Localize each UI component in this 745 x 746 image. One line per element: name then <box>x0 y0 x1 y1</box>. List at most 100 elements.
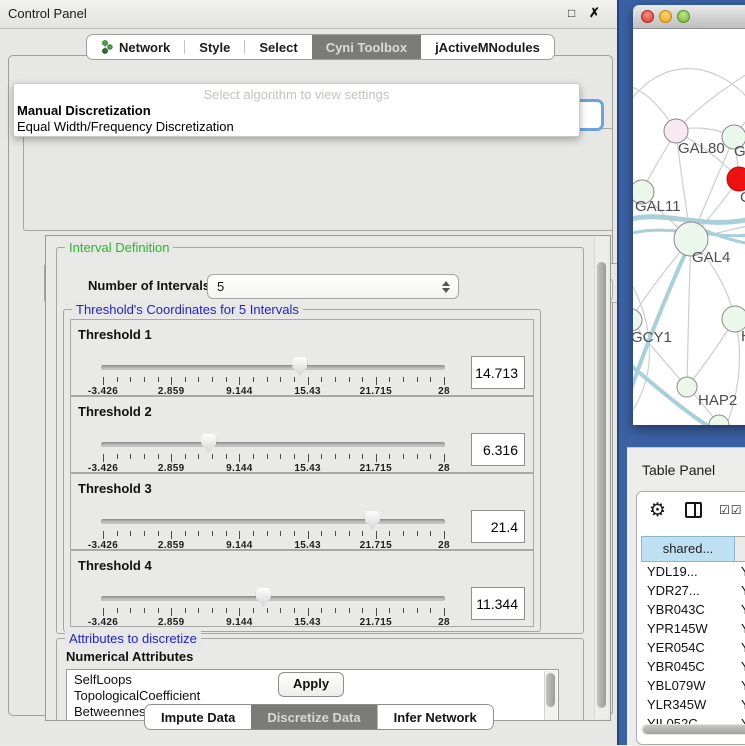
table-row[interactable]: YDL19... YDL1 <box>641 562 745 581</box>
tab-style[interactable]: Style <box>185 35 244 59</box>
table-cell[interactable]: YBL0 <box>741 676 745 695</box>
axis-tick <box>198 454 199 459</box>
table-row[interactable]: YDR27... YDR2 <box>641 581 745 600</box>
tab-select[interactable]: Select <box>245 35 311 59</box>
slider-thumb[interactable] <box>365 511 380 530</box>
scrollbar-thumb[interactable] <box>546 673 555 707</box>
threshold-value-field[interactable]: 21.4 <box>471 510 525 543</box>
threshold-box-1: Threshold 1-3.4262.8599.14415.4321.71528… <box>70 319 534 396</box>
table-cell[interactable]: YBL079W <box>647 676 733 695</box>
axis-tick <box>144 377 145 382</box>
table-cell[interactable]: YDL19... <box>647 562 733 581</box>
scrollbar-thumb[interactable] <box>597 262 606 708</box>
table-row[interactable]: YER054C YER0 <box>641 638 745 657</box>
close-panel-icon[interactable]: ✗ <box>589 5 600 21</box>
network-node-c[interactable] <box>727 167 745 191</box>
threshold-label: Threshold 4 <box>78 558 152 573</box>
slider-thumb[interactable] <box>292 357 307 376</box>
table-cell[interactable]: YLR345W <box>647 695 733 714</box>
network-edge[interactable] <box>676 69 745 131</box>
axis-tick <box>144 454 145 459</box>
table-cell[interactable]: YPR145W <box>647 619 733 638</box>
axis-tick <box>158 608 159 613</box>
table-cell[interactable]: YLR3 <box>741 695 745 714</box>
threshold-value-field[interactable]: 11.344 <box>471 587 525 620</box>
table-horizontal-scrollbar[interactable] <box>641 724 745 735</box>
network-window-titlebar[interactable] <box>633 5 745 29</box>
axis-tick <box>403 531 404 536</box>
table-cell[interactable]: YBR0 <box>741 657 745 676</box>
axis-tick <box>362 454 363 459</box>
table-cell[interactable]: YER0 <box>741 638 745 657</box>
dropdown-option-manual-discretization[interactable]: Manual Discretization <box>17 103 151 118</box>
node-label: C <box>740 189 745 206</box>
select-columns-icon[interactable]: ☑☑ <box>719 503 743 517</box>
table-row[interactable]: YBL079W YBL0 <box>641 676 745 695</box>
threshold-slider-track[interactable] <box>101 442 445 447</box>
axis-tick <box>430 531 431 536</box>
slider-thumb[interactable] <box>256 588 271 607</box>
table-cell[interactable]: YDR2 <box>741 581 745 600</box>
axis-tick <box>362 531 363 536</box>
axis-tick <box>349 454 350 459</box>
table-row[interactable]: YLR345W YLR3 <box>641 695 745 714</box>
network-window: GAL80G.CGAL11GAL4GCY1HHAP2 <box>633 5 745 425</box>
window-close-button[interactable] <box>641 10 654 23</box>
axis-tick <box>417 608 418 613</box>
network-node-gcy1[interactable] <box>633 309 642 331</box>
dropdown-option-equal-width-frequency-discretization[interactable]: Equal Width/Frequency Discretization <box>17 119 234 134</box>
tab-infer-network[interactable]: Infer Network <box>377 705 493 729</box>
tab-discretize-data[interactable]: Discretize Data <box>251 705 376 729</box>
axis-tick <box>267 454 268 459</box>
axis-tick <box>444 531 445 539</box>
slider-thumb[interactable] <box>201 434 216 453</box>
tab-jactivemnodules[interactable]: jActiveMNodules <box>421 35 554 59</box>
tab-network[interactable]: Network <box>87 35 184 59</box>
network-edge[interactable] <box>687 239 691 387</box>
table-cell[interactable]: YPR1 <box>741 619 745 638</box>
window-zoom-button[interactable] <box>677 10 690 23</box>
column-header-name[interactable]: name <box>735 536 745 562</box>
table-cell[interactable]: YDR27... <box>647 581 733 600</box>
table-row[interactable]: YBR043C YBR0 <box>641 600 745 619</box>
table-cell[interactable]: YBR0 <box>741 600 745 619</box>
split-view-icon[interactable] <box>685 502 702 518</box>
panel-vertical-scrollbar[interactable] <box>594 237 608 719</box>
axis-tick <box>294 531 295 536</box>
table-row[interactable]: YBR045C YBR0 <box>641 657 745 676</box>
column-header-shared[interactable]: shared... <box>641 536 735 562</box>
table-cell[interactable]: YBR045C <box>647 657 733 676</box>
network-edge[interactable] <box>725 319 740 425</box>
axis-tick <box>239 454 240 462</box>
axis-tick <box>321 608 322 613</box>
table-cell[interactable]: YBR043C <box>647 600 733 619</box>
attribute-item-topologicalcoefficient[interactable]: TopologicalCoefficient <box>74 688 200 704</box>
threshold-slider-track[interactable] <box>101 365 445 370</box>
table-cell[interactable]: YDL1 <box>741 562 745 581</box>
attribute-item-selfloops[interactable]: SelfLoops <box>74 672 132 688</box>
axis-tick <box>117 377 118 382</box>
list-vertical-scrollbar[interactable] <box>544 671 557 721</box>
tab-cyni-toolbox[interactable]: Cyni Toolbox <box>312 35 421 59</box>
float-window-icon[interactable]: □ <box>568 6 575 20</box>
axis-tick <box>130 454 131 459</box>
settings-gear-icon[interactable]: ⚙ <box>649 499 666 522</box>
threshold-slider-track[interactable] <box>101 596 445 601</box>
scrollbar-thumb[interactable] <box>643 725 745 734</box>
apply-button[interactable]: Apply <box>278 672 344 697</box>
threshold-slider-track[interactable] <box>101 519 445 524</box>
threshold-value-field[interactable]: 6.316 <box>471 433 525 466</box>
threshold-value-field[interactable]: 14.713 <box>471 356 525 389</box>
network-node-hap2[interactable] <box>677 377 697 397</box>
number-of-intervals-combobox[interactable]: 5 <box>207 274 459 299</box>
window-minimize-button[interactable] <box>659 10 672 23</box>
tab-impute-data[interactable]: Impute Data <box>145 705 251 729</box>
table-row[interactable]: YPR145W YPR1 <box>641 619 745 638</box>
network-canvas[interactable]: GAL80G.CGAL11GAL4GCY1HHAP2 <box>633 29 745 425</box>
dropdown-hint: Select algorithm to view settings <box>14 87 579 102</box>
network-edge[interactable] <box>633 69 745 109</box>
axis-tick <box>185 377 186 382</box>
axis-tick <box>267 377 268 382</box>
table-cell[interactable]: YER054C <box>647 638 733 657</box>
network-edge-highlighted[interactable] <box>633 217 745 223</box>
